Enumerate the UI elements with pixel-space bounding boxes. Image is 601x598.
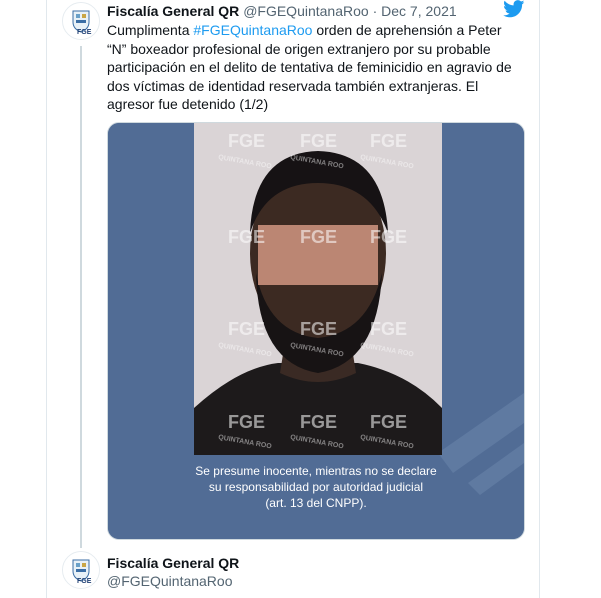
profile-avatar-reply[interactable]: FGE (62, 551, 100, 589)
twitter-bird-icon[interactable] (503, 0, 525, 18)
separator-dot: · (372, 3, 378, 19)
caption-line: (art. 13 del CNPP). (265, 496, 367, 510)
thread-connector-line (80, 46, 82, 548)
author-handle[interactable]: @FGEQuintanaRoo (243, 3, 369, 19)
tweet-body: Cumplimenta #FGEQuintanaRoo orden de apr… (107, 21, 517, 114)
watermark-text: FGE (228, 319, 265, 339)
watermark-text: FGE (370, 227, 407, 247)
caption-line: Se presume inocente, mientras no se decl… (195, 464, 437, 478)
avatar-logo-label: FGE (77, 29, 92, 36)
watermark-text: FGE (370, 131, 407, 151)
profile-avatar[interactable]: FGE (62, 2, 100, 40)
caption-line: su responsabilidad por autoridad judicia… (208, 480, 424, 494)
tweet-text-start: Cumplimenta (107, 22, 194, 38)
watermark-text: FGE (300, 412, 337, 432)
fge-logo-icon: FGE (63, 552, 99, 588)
watermark-text: FGE (228, 412, 265, 432)
watermark-text: FGE (370, 412, 407, 432)
avatar-logo-label: FGE (77, 578, 92, 585)
fge-logo-icon: FGE (63, 3, 99, 39)
reply-author-name[interactable]: Fiscalía General QR (107, 555, 239, 571)
tweet-media-image[interactable]: FGE FGE FGE FGE FGE FGE FGE FGE FGE FGE … (107, 122, 525, 540)
watermark-text: FGE (228, 227, 265, 247)
watermark-text: FGE (228, 131, 265, 151)
watermark-text: FGE (300, 227, 337, 247)
watermark-text: FGE (300, 131, 337, 151)
author-name[interactable]: Fiscalía General QR (107, 3, 239, 19)
hashtag-link[interactable]: #FGEQuintanaRoo (193, 22, 312, 38)
watermark-text: FGE (370, 319, 407, 339)
tweet-header: Fiscalía General QR @FGEQuintanaRoo · De… (107, 3, 457, 20)
watermark-text: FGE (300, 319, 337, 339)
tweet-date[interactable]: Dec 7, 2021 (381, 3, 457, 19)
image-caption: Se presume inocente, mientras no se decl… (108, 463, 524, 511)
reply-author-handle[interactable]: @FGEQuintanaRoo (107, 573, 233, 589)
